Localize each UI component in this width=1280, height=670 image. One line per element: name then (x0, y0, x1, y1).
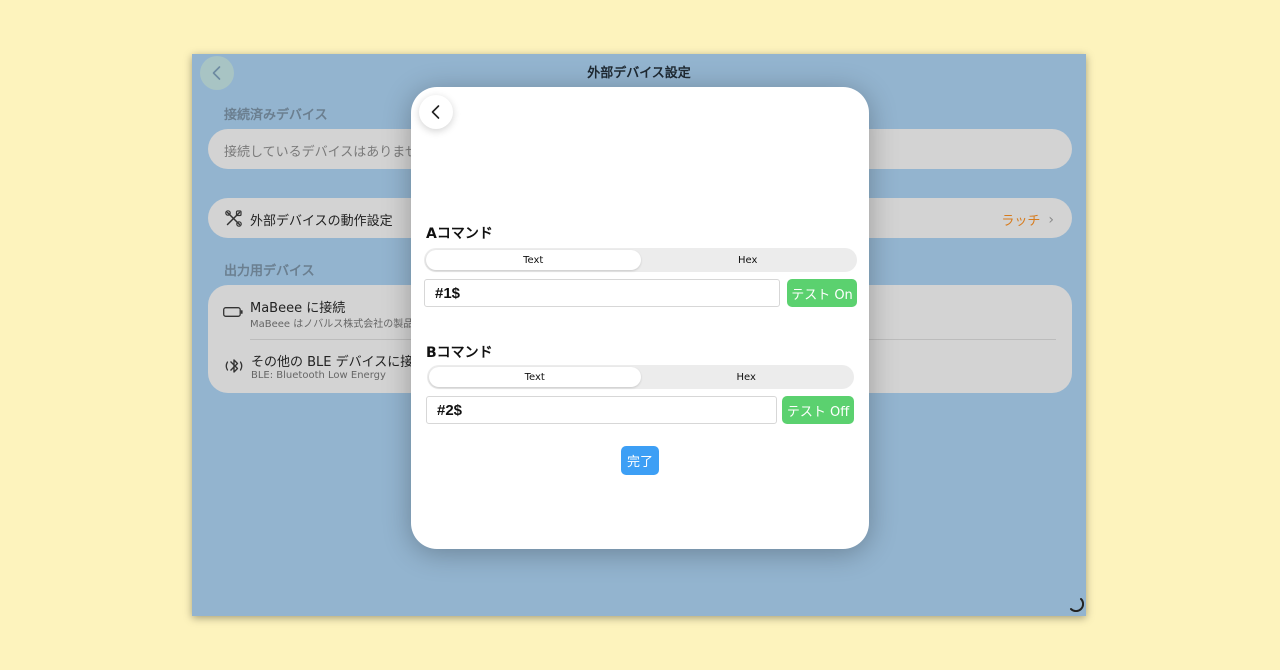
connected-section-label: 接続済みデバイス (224, 108, 328, 123)
command-b-text-tab[interactable]: Text (429, 367, 641, 387)
command-settings-modal: Aコマンド Text Hex テスト On Bコマンド Text Hex テスト… (411, 87, 869, 549)
ble-subtitle: BLE: Bluetooth Low Energy (251, 370, 386, 381)
ble-title: その他の BLE デバイスに接続 (251, 355, 427, 370)
page-title: 外部デバイス設定 (587, 66, 691, 81)
command-b-hex-tab[interactable]: Hex (641, 367, 853, 387)
mabeee-subtitle: MaBeee はノバルス株式会社の製品で (250, 319, 424, 330)
modal-back-button[interactable] (419, 95, 453, 129)
chevron-left-icon (431, 105, 440, 119)
bluetooth-icon (225, 359, 243, 373)
action-settings-label: 外部デバイスの動作設定 (250, 214, 393, 229)
command-a-mode-segment: Text Hex (424, 248, 857, 272)
battery-icon (223, 307, 243, 317)
mabeee-title: MaBeee に接続 (250, 301, 346, 316)
command-a-input[interactable] (424, 279, 780, 307)
no-devices-text: 接続しているデバイスはありませ (224, 145, 418, 160)
command-a-hex-tab[interactable]: Hex (641, 250, 856, 270)
action-settings-value: ラッチ › (1001, 210, 1054, 230)
command-b-label: Bコマンド (426, 345, 493, 361)
command-a-text-tab[interactable]: Text (426, 250, 641, 270)
tools-icon (225, 210, 242, 227)
test-on-button[interactable]: テスト On (787, 279, 857, 307)
test-off-button[interactable]: テスト Off (782, 396, 854, 424)
output-section-label: 出力用デバイス (224, 264, 315, 279)
command-a-label: Aコマンド (426, 226, 493, 242)
command-b-input[interactable] (426, 396, 777, 424)
chevron-right-icon: › (1048, 211, 1054, 228)
latch-value-text: ラッチ (1001, 214, 1041, 229)
spinner-icon (1070, 598, 1084, 612)
done-button[interactable]: 完了 (621, 446, 659, 475)
command-b-mode-segment: Text Hex (427, 365, 854, 389)
